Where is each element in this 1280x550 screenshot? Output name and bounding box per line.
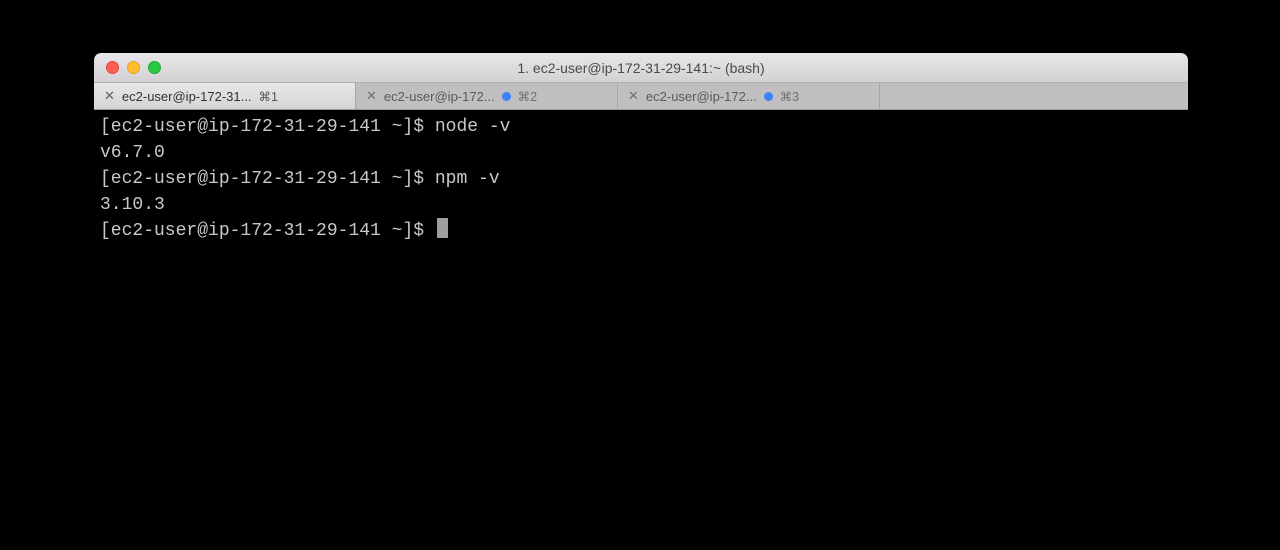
terminal-line: [ec2-user@ip-172-31-29-141 ~]$ npm -v bbox=[100, 166, 1182, 192]
tab-label: ec2-user@ip-172... bbox=[646, 89, 757, 104]
close-icon[interactable]: ✕ bbox=[628, 88, 639, 104]
tab-3[interactable]: ✕ ec2-user@ip-172... ⌘3 bbox=[618, 83, 880, 109]
terminal-line: v6.7.0 bbox=[100, 140, 1182, 166]
tab-bar: ✕ ec2-user@ip-172-31... ⌘1 ✕ ec2-user@ip-172… bbox=[94, 83, 1188, 110]
terminal-window: 1. ec2-user@ip-172-31-29-141:~ (bash) ✕ e… bbox=[94, 53, 1188, 540]
terminal-line: [ec2-user@ip-172-31-29-141 ~]$ node -v bbox=[100, 114, 1182, 140]
traffic-lights bbox=[94, 61, 161, 74]
tab-shortcut: ⌘1 bbox=[258, 89, 277, 104]
modified-dot-icon bbox=[502, 92, 511, 101]
cursor-icon bbox=[437, 218, 448, 238]
tab-label: ec2-user@ip-172-31... bbox=[122, 89, 252, 104]
tab-shortcut: ⌘3 bbox=[780, 89, 799, 104]
minimize-button[interactable] bbox=[127, 61, 140, 74]
window-title: 1. ec2-user@ip-172-31-29-141:~ (bash) bbox=[94, 60, 1188, 76]
modified-dot-icon bbox=[764, 92, 773, 101]
terminal-line: [ec2-user@ip-172-31-29-141 ~]$ bbox=[100, 218, 1182, 244]
tab-1[interactable]: ✕ ec2-user@ip-172-31... ⌘1 bbox=[94, 83, 356, 109]
terminal-line: 3.10.3 bbox=[100, 192, 1182, 218]
titlebar[interactable]: 1. ec2-user@ip-172-31-29-141:~ (bash) bbox=[94, 53, 1188, 83]
tab-2[interactable]: ✕ ec2-user@ip-172... ⌘2 bbox=[356, 83, 618, 109]
tab-label: ec2-user@ip-172... bbox=[384, 89, 495, 104]
close-button[interactable] bbox=[106, 61, 119, 74]
zoom-button[interactable] bbox=[148, 61, 161, 74]
tab-shortcut: ⌘2 bbox=[518, 89, 537, 104]
close-icon[interactable]: ✕ bbox=[104, 88, 115, 104]
close-icon[interactable]: ✕ bbox=[366, 88, 377, 104]
terminal-content[interactable]: [ec2-user@ip-172-31-29-141 ~]$ node -vv6… bbox=[94, 110, 1188, 540]
